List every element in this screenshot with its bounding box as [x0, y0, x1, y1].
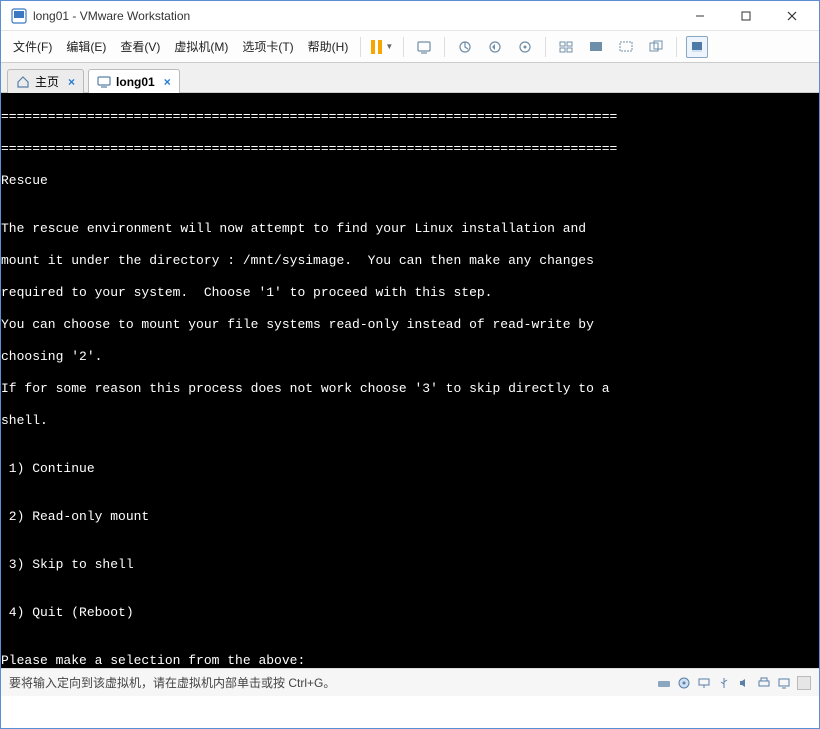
- tab-strip: 主页 × long01 ×: [1, 63, 819, 93]
- usb-icon[interactable]: [717, 676, 731, 690]
- thumbnail-view-icon[interactable]: [555, 36, 577, 58]
- tab-home[interactable]: 主页 ×: [7, 69, 84, 93]
- window-titlebar: long01 - VMware Workstation: [1, 1, 819, 31]
- menu-vm[interactable]: 虚拟机(M): [168, 34, 234, 59]
- sound-icon[interactable]: [737, 676, 751, 690]
- tab-close-icon[interactable]: ×: [68, 75, 75, 89]
- toolbar-separator: [676, 37, 677, 57]
- home-icon: [16, 75, 30, 89]
- terminal-line: 4) Quit (Reboot): [1, 605, 819, 621]
- terminal-line: ========================================…: [1, 109, 819, 125]
- close-button[interactable]: [769, 1, 815, 31]
- toolbar-separator: [444, 37, 445, 57]
- harddisk-icon[interactable]: [657, 676, 671, 690]
- tab-vm-label: long01: [116, 75, 155, 89]
- network-icon[interactable]: [697, 676, 711, 690]
- snapshot-take-icon[interactable]: [454, 36, 476, 58]
- terminal-line: 3) Skip to shell: [1, 557, 819, 573]
- menu-help[interactable]: 帮助(H): [302, 34, 355, 59]
- tab-close-icon[interactable]: ×: [164, 75, 171, 89]
- terminal-line: choosing '2'.: [1, 349, 819, 365]
- terminal-line: ========================================…: [1, 141, 819, 157]
- cdrom-icon[interactable]: [677, 676, 691, 690]
- menu-view[interactable]: 查看(V): [114, 34, 166, 59]
- console-view-icon[interactable]: [585, 36, 607, 58]
- dropdown-arrow-icon: ▼: [385, 42, 393, 51]
- menu-tabs[interactable]: 选项卡(T): [236, 34, 299, 59]
- terminal-line: mount it under the directory : /mnt/sysi…: [1, 253, 819, 269]
- vm-icon: [97, 75, 111, 89]
- fullscreen-icon[interactable]: [686, 36, 708, 58]
- app-icon: [11, 8, 27, 24]
- send-ctrlaltdel-icon[interactable]: [413, 36, 435, 58]
- terminal-line: required to your system. Choose '1' to p…: [1, 285, 819, 301]
- terminal-line: The rescue environment will now attempt …: [1, 221, 819, 237]
- snapshot-manager-icon[interactable]: [514, 36, 536, 58]
- terminal-line: Rescue: [1, 173, 819, 189]
- printer-icon[interactable]: [757, 676, 771, 690]
- bottom-statusbar: 要将输入定向到该虚拟机，请在虚拟机内部单击或按 Ctrl+G。: [1, 668, 819, 696]
- toolbar-separator: [545, 37, 546, 57]
- menu-edit[interactable]: 编辑(E): [60, 34, 112, 59]
- stretch-guest-icon[interactable]: [615, 36, 637, 58]
- snapshot-revert-icon[interactable]: [484, 36, 506, 58]
- message-log-icon[interactable]: [797, 676, 811, 690]
- terminal-line: If for some reason this process does not…: [1, 381, 819, 397]
- display-icon[interactable]: [777, 676, 791, 690]
- vm-console[interactable]: ========================================…: [1, 93, 819, 668]
- menu-toolbar: 文件(F) 编辑(E) 查看(V) 虚拟机(M) 选项卡(T) 帮助(H) ▼: [1, 31, 819, 63]
- tab-home-label: 主页: [35, 73, 59, 90]
- menu-file[interactable]: 文件(F): [7, 34, 58, 59]
- input-hint-label: 要将输入定向到该虚拟机，请在虚拟机内部单击或按 Ctrl+G。: [9, 674, 335, 691]
- device-tray: [657, 676, 811, 690]
- tab-vm-long01[interactable]: long01 ×: [88, 69, 180, 93]
- pause-vm-button[interactable]: ▼: [371, 40, 393, 54]
- toolbar-separator: [403, 37, 404, 57]
- terminal-line: shell.: [1, 413, 819, 429]
- terminal-line: 1) Continue: [1, 461, 819, 477]
- maximize-button[interactable]: [723, 1, 769, 31]
- terminal-line: 2) Read-only mount: [1, 509, 819, 525]
- terminal-line: You can choose to mount your file system…: [1, 317, 819, 333]
- window-title: long01 - VMware Workstation: [33, 9, 190, 23]
- unity-mode-icon[interactable]: [645, 36, 667, 58]
- toolbar-separator: [360, 37, 361, 57]
- minimize-button[interactable]: [677, 1, 723, 31]
- terminal-line: Please make a selection from the above:: [1, 653, 819, 668]
